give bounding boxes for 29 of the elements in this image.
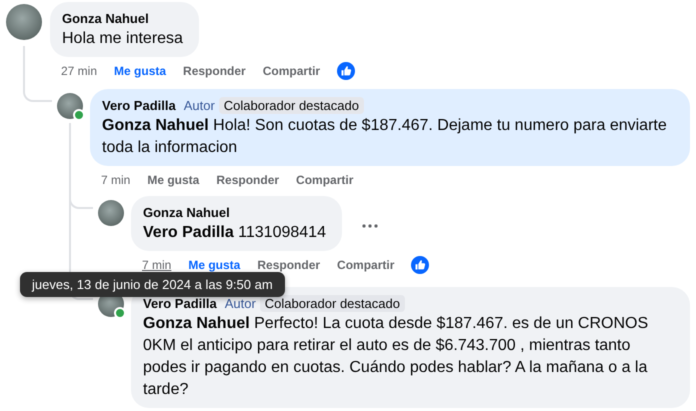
author-name[interactable]: Gonza Nahuel [143, 204, 230, 220]
comment-text: Hola me interesa [62, 29, 183, 49]
mention-link[interactable]: Gonza Nahuel [102, 117, 209, 134]
author-name[interactable]: Vero Padilla [143, 296, 217, 310]
comment-text: Vero Padilla 1131098414 [143, 223, 326, 243]
like-link[interactable]: Me gusta [114, 64, 166, 78]
like-link[interactable]: Me gusta [147, 173, 200, 187]
contributor-badge: Colaborador destacado [218, 96, 364, 114]
share-link[interactable]: Compartir [296, 173, 354, 187]
reply-link[interactable]: Responder [257, 258, 320, 272]
share-link[interactable]: Compartir [262, 64, 320, 78]
author-name[interactable]: Vero Padilla [102, 98, 176, 112]
timestamp-link[interactable]: 27 min [61, 64, 98, 78]
timestamp-link[interactable]: 7 min [142, 258, 172, 272]
mention-link[interactable]: Vero Padilla [143, 224, 234, 241]
more-options-icon[interactable] [362, 224, 378, 228]
like-link[interactable]: Me gusta [188, 258, 240, 272]
author-label: Autor [184, 98, 215, 112]
comment-text: Gonza Nahuel Hola! Son cuotas de $187.467. Dejame tu numero para enviarte toda la informacion [102, 116, 668, 158]
author-name[interactable]: Gonza Nahuel [62, 10, 149, 26]
timestamp-link[interactable]: 7 min [101, 173, 130, 187]
author-label: Autor [224, 296, 256, 310]
mention-link[interactable]: Gonza Nahuel [143, 315, 250, 332]
timestamp-tooltip: jueves, 13 de junio de 2024 a las 9:50 am [20, 272, 285, 297]
share-link[interactable]: Compartir [337, 258, 394, 272]
comment-text: Gonza Nahuel Perfecto! La cuota desde $187.467. es de un CRONOS 0KM el anticipo para retirar el auto es de $6.743.700 , mientras tanto podes ir pagando en cuotas. Cuándo podes hablar? A la mañana o a la tarde? [143, 314, 650, 400]
reply-link[interactable]: Responder [216, 173, 280, 187]
reply-link[interactable]: Responder [183, 64, 246, 78]
contributor-badge: Colaborador destacado [260, 294, 405, 312]
